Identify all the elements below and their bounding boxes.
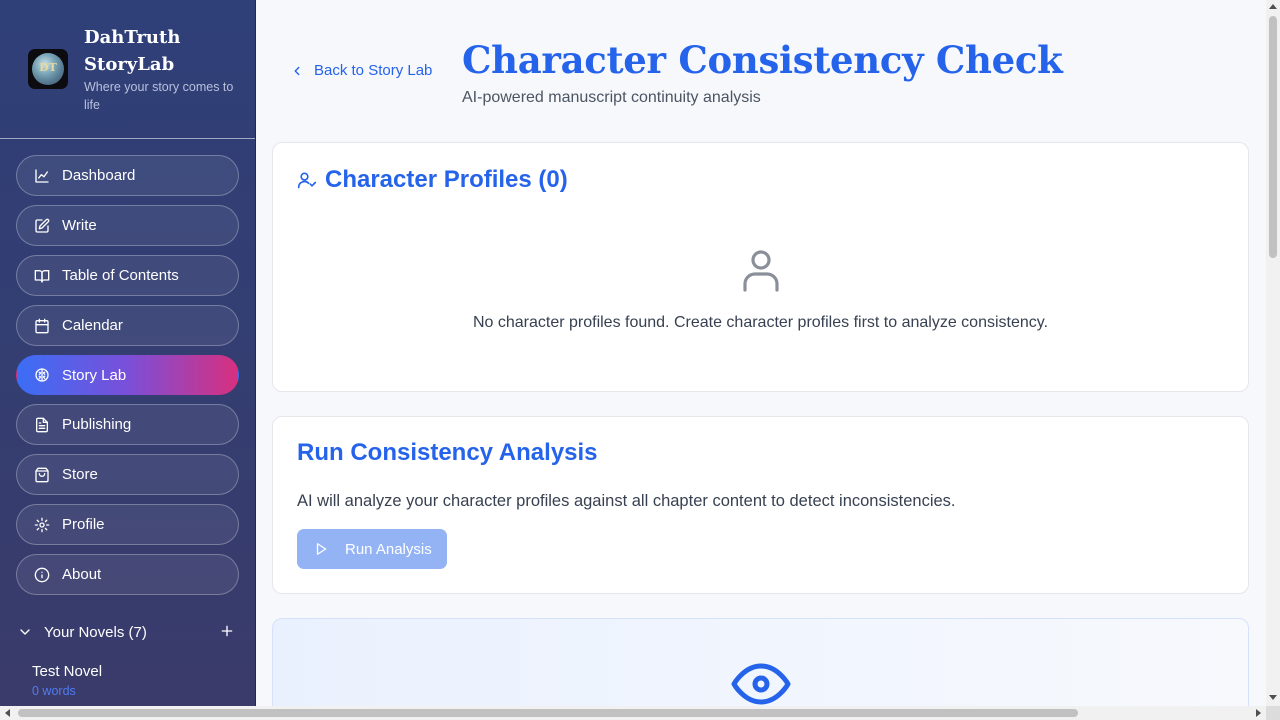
character-profiles-heading: Character Profiles (0): [297, 165, 568, 195]
sidebar-item-label: Story Lab: [62, 366, 127, 384]
sidebar-item-publishing[interactable]: Publishing: [16, 404, 239, 445]
sidebar-item-label: Calendar: [62, 317, 123, 334]
user-icon: [743, 250, 779, 292]
novel-word-count: 0 words: [32, 684, 76, 698]
sidebar-item-profile[interactable]: Profile: [16, 504, 239, 545]
pencil-square-icon: [35, 218, 50, 233]
run-analysis-heading: Run Consistency Analysis: [297, 439, 598, 466]
scroll-up-arrow[interactable]: [1269, 4, 1277, 9]
sidebar-item-about[interactable]: About: [16, 554, 239, 595]
sidebar-item-dashboard[interactable]: Dashboard: [16, 155, 239, 196]
sidebar-item-story-lab[interactable]: Story Lab: [16, 355, 239, 395]
user-check-icon: [297, 172, 317, 189]
logo-text: DT: [39, 61, 57, 74]
novels-section-header[interactable]: Your Novels (7): [16, 620, 239, 644]
sidebar-nav: Dashboard Write Table of Contents Calend…: [16, 155, 239, 604]
sidebar-item-label: Publishing: [62, 416, 132, 433]
sidebar-item-store[interactable]: Store: [16, 454, 239, 495]
vertical-scrollbar[interactable]: [1266, 0, 1280, 706]
run-analysis-button[interactable]: Run Analysis: [297, 529, 447, 569]
book-open-icon: [34, 269, 50, 283]
sidebar-item-write[interactable]: Write: [16, 205, 239, 246]
scroll-right-arrow[interactable]: [1256, 709, 1261, 717]
gear-icon: [34, 517, 50, 532]
back-to-story-lab-link[interactable]: Back to Story Lab: [290, 62, 432, 79]
sidebar-item-table-of-contents[interactable]: Table of Contents: [16, 255, 239, 296]
sidebar-item-label: About: [62, 566, 102, 583]
brand-name: DahTruth StoryLab: [84, 27, 181, 75]
chevron-down-icon[interactable]: [17, 624, 33, 640]
brand-header: DT DahTruth StoryLab Where your story co…: [0, 0, 255, 139]
scroll-down-arrow[interactable]: [1269, 695, 1277, 700]
eye-icon: [731, 663, 791, 705]
page-subtitle: AI-powered manuscript continuity analysi…: [462, 89, 761, 106]
sidebar-item-calendar[interactable]: Calendar: [16, 305, 239, 346]
novel-list-item[interactable]: Test Novel 0 words: [32, 662, 232, 700]
sidebar-item-label: Store: [62, 466, 98, 483]
novels-header-label: Your Novels (7): [44, 623, 147, 641]
horizontal-scrollbar[interactable]: [0, 706, 1266, 720]
play-icon: [316, 543, 327, 555]
novel-title: Test Novel: [32, 663, 103, 680]
horizontal-scroll-thumb[interactable]: [18, 709, 1078, 717]
run-analysis-description: AI will analyze your character profiles …: [297, 492, 956, 510]
empty-profiles-message: No character profiles found. Create char…: [472, 314, 1049, 331]
page-title: Character Consistency Check: [462, 38, 1063, 82]
scroll-left-arrow[interactable]: [5, 709, 10, 717]
sidebar-item-label: Dashboard: [62, 167, 136, 184]
character-profiles-card: Character Profiles (0) No character prof…: [272, 142, 1249, 392]
brand-logo[interactable]: DT: [28, 49, 68, 89]
vertical-scroll-thumb[interactable]: [1269, 16, 1277, 258]
run-analysis-card: Run Consistency Analysis AI will analyze…: [272, 416, 1249, 594]
calendar-icon: [35, 318, 49, 333]
shopping-bag-icon: [35, 467, 49, 482]
sidebar-item-label: Profile: [62, 516, 105, 533]
add-novel-icon[interactable]: [219, 623, 235, 639]
main-content: Back to Story Lab Character Consistency …: [256, 0, 1266, 706]
sidebar-item-label: Write: [62, 217, 97, 234]
brand-tagline: Where your story comes to life: [84, 80, 234, 112]
back-link-label: Back to Story Lab: [314, 62, 433, 79]
info-icon: [34, 567, 50, 582]
sidebar-item-label: Table of Contents: [62, 267, 179, 284]
results-placeholder-card: [272, 618, 1249, 706]
chevron-left-icon: [294, 66, 300, 75]
run-analysis-label: Run Analysis: [345, 540, 432, 558]
scrollbar-corner: [1266, 706, 1280, 720]
document-icon: [36, 417, 48, 432]
sidebar: DT DahTruth StoryLab Where your story co…: [0, 0, 256, 706]
chart-line-icon: [35, 168, 49, 183]
character-profiles-title: Character Profiles (0): [325, 166, 568, 193]
brain-icon: [35, 368, 49, 382]
